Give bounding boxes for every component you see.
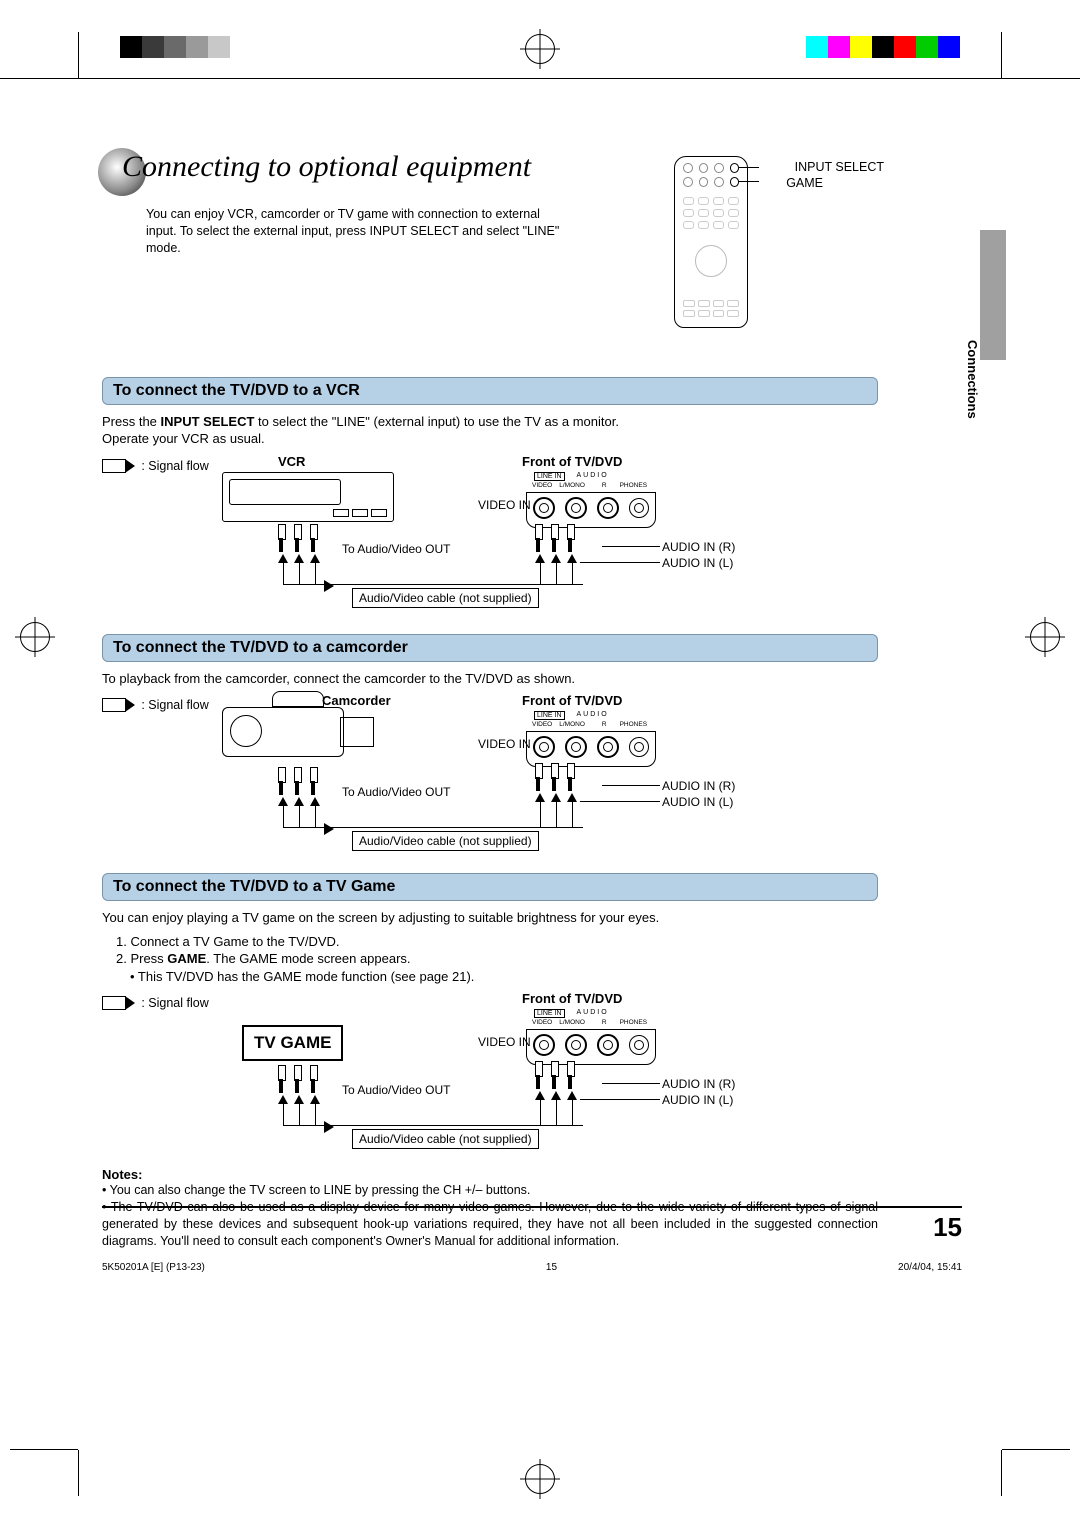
page-number: 15 xyxy=(933,1212,962,1243)
color-bar-left xyxy=(120,36,230,58)
diagram-tvgame: : Signal flow TV GAME To Audio/Video OUT… xyxy=(102,991,878,1161)
registration-mark-right xyxy=(1030,622,1060,652)
side-grey-tab xyxy=(980,230,1006,360)
remote-label-input-select: INPUT SELECT xyxy=(795,160,884,174)
notes-body: • You can also change the TV screen to L… xyxy=(102,1182,878,1250)
signal-flow-icon xyxy=(102,698,126,712)
notes-header: Notes: xyxy=(102,1167,878,1182)
remote-illustration xyxy=(674,156,748,328)
page-title: Connecting to optional equipment xyxy=(122,150,531,184)
signal-flow-icon xyxy=(102,459,126,473)
footer: 5K50201A [E] (P13-23) 15 20/4/04, 15:41 xyxy=(102,1262,962,1273)
diagram-vcr: : Signal flow VCR To Audio/Video OUT Fro… xyxy=(102,454,878,614)
registration-mark-left xyxy=(20,622,50,652)
section-heading-tvgame: To connect the TV/DVD to a TV Game xyxy=(102,873,878,901)
signal-flow-icon xyxy=(102,996,126,1010)
diagram-camcorder: : Signal flow Camcorder To Audio/Video O… xyxy=(102,693,878,853)
camcorder-body: To playback from the camcorder, connect … xyxy=(102,670,878,688)
registration-mark-top xyxy=(525,34,555,64)
section-heading-camcorder: To connect the TV/DVD to a camcorder xyxy=(102,634,878,662)
footer-left: 5K50201A [E] (P13-23) xyxy=(102,1262,205,1273)
intro-text: You can enjoy VCR, camcorder or TV game … xyxy=(146,206,576,257)
registration-mark-bottom xyxy=(525,1464,555,1494)
remote-label-game: GAME xyxy=(786,176,823,190)
footer-mid: 15 xyxy=(546,1262,557,1273)
vcr-body: Press the INPUT SELECT to select the "LI… xyxy=(102,413,878,448)
color-bar-right xyxy=(806,36,960,58)
footer-right: 20/4/04, 15:41 xyxy=(898,1262,962,1273)
tvgame-body: You can enjoy playing a TV game on the s… xyxy=(102,909,878,985)
side-tab-label: Connections xyxy=(965,340,980,419)
section-heading-vcr: To connect the TV/DVD to a VCR xyxy=(102,377,878,405)
page-rule xyxy=(102,1206,962,1208)
